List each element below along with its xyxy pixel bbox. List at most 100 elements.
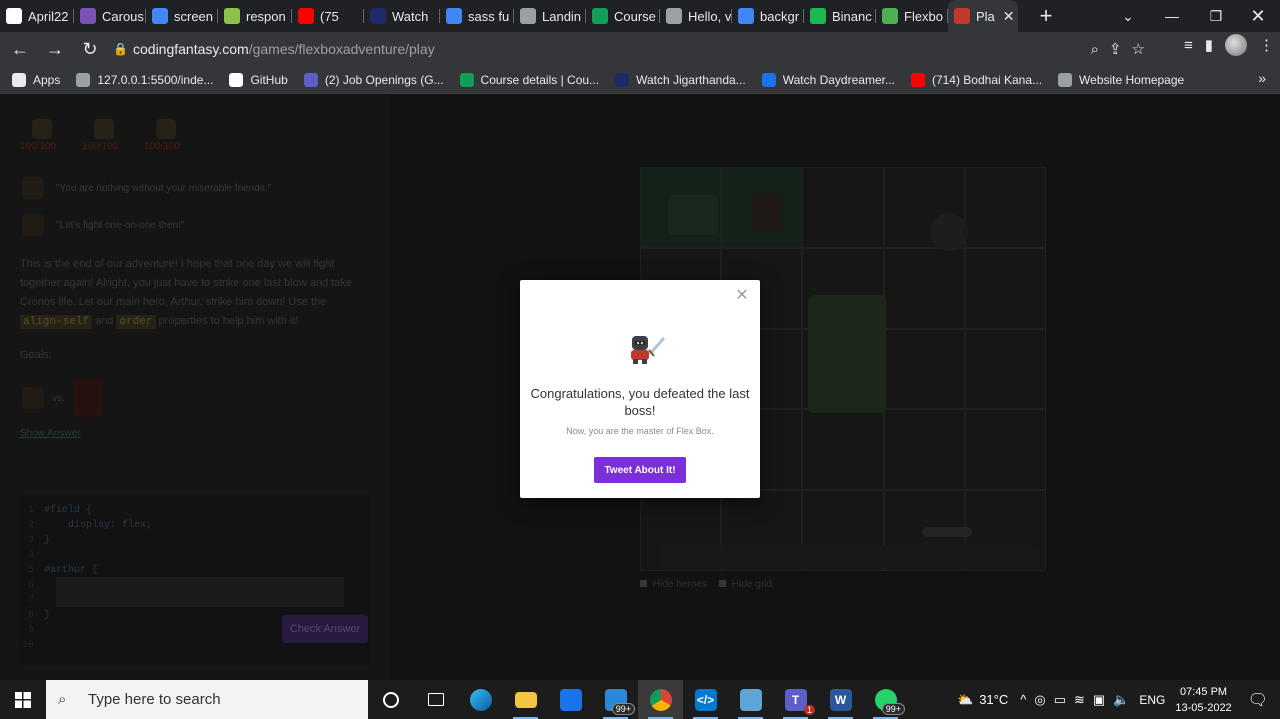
windows-taskbar: ⌕ Type here to search 99+ </> T1 W 99+ ⛅… [0,680,1280,719]
browser-tab[interactable]: backgr [732,0,804,32]
browser-tab[interactable]: sass fu [440,0,514,32]
share-icon[interactable]: ⇪ [1109,40,1122,58]
bookmark-item[interactable]: Apps [12,72,60,87]
weather-temp[interactable]: 31°C [979,692,1008,707]
browser-tab-label: screen [174,8,214,24]
close-window-button[interactable]: ✕ [1236,0,1280,32]
browser-tab[interactable]: April22 [0,0,74,32]
bookmark-item[interactable]: Watch Jigarthanda... [615,72,746,87]
bootstrap-icon [80,8,96,24]
bookmark-item[interactable]: Course details | Cou... [459,72,599,87]
store-icon[interactable] [548,680,593,719]
windows-start-icon[interactable] [0,680,46,719]
browser-tab-label: Carous [102,8,144,24]
browser-tab[interactable]: Landin [514,0,586,32]
browser-tab[interactable]: Binanc [804,0,876,32]
browser-tab[interactable]: Watch [364,0,440,32]
browser-tab[interactable]: (75 [292,0,364,32]
teams-icon[interactable]: T1 [773,680,818,719]
bookmark-label: Website Homepage [1079,72,1185,87]
wifi-icon[interactable]: ≋ [1074,692,1085,708]
browser-tab-label: Hello, v [688,8,732,24]
browser-tab-label: Landin [542,8,582,24]
tab-strip: April22 Carous screen respon (75 Watch sass fu… [0,0,1280,32]
flexbox-icon [882,8,898,24]
bookmark-item[interactable]: (2) Job Openings (G... [303,72,444,87]
globe-icon [666,8,682,24]
meet-now-icon[interactable]: ◎ [1034,692,1045,708]
notification-icon[interactable]: 🗨 [1248,690,1268,710]
reading-list-icon[interactable]: ≡ [1184,37,1193,54]
search-icon: ⌕ [58,691,67,708]
back-arrow-icon[interactable]: ← [5,34,35,64]
bookmark-label: GitHub [250,72,288,87]
browser-tab[interactable]: Hello, v [660,0,732,32]
forward-arrow-icon[interactable]: → [40,34,70,64]
word-icon[interactable]: W [818,680,863,719]
minimize-button[interactable]: — [1150,0,1194,32]
notepad-icon[interactable] [728,680,773,719]
github-icon [229,72,244,87]
browser-tab-label: April22 [28,8,69,24]
close-icon[interactable]: ✕ [734,288,750,304]
tweet-button[interactable]: Tweet About It! [594,457,686,483]
google-icon [738,8,754,24]
weather-icon[interactable]: ⛅ [957,692,973,708]
google-icon [446,8,462,24]
victory-modal: ✕ Congratulations, you defeated the last… [520,280,760,498]
battery-icon[interactable]: ▭ [1054,692,1066,708]
globe-icon [520,8,536,24]
clock[interactable]: 07:45 PM 13-05-2022 [1175,684,1231,716]
url-path: /games/flexboxadventure/play [248,41,435,57]
side-panel-icon[interactable]: ▮ [1205,36,1213,54]
clock-date: 13-05-2022 [1175,701,1232,714]
vscode-icon[interactable]: </> [683,680,728,719]
cortana-icon[interactable] [368,680,413,719]
browser-tab-label: Watch [392,8,429,24]
browser-tab[interactable]: Course [586,0,660,32]
browser-tab[interactable]: Flexbo [876,0,948,32]
bookmark-item[interactable]: GitHub [229,72,288,87]
menu-kebab-icon[interactable]: ⋮ [1259,36,1274,54]
bookmark-label: 127.0.0.1:5500/inde... [97,72,214,87]
clock-time: 07:45 PM [1180,685,1228,698]
language-indicator[interactable]: ENG [1139,693,1165,707]
close-tab-icon[interactable]: ✕ [1003,8,1015,25]
tab-search-chevron-icon[interactable]: ⌄ [1106,0,1150,32]
new-tab-button[interactable]: + [1032,2,1060,30]
browser-tab[interactable]: respon [218,0,292,32]
chrome-icon[interactable] [638,680,683,719]
bookmark-item[interactable]: (714) Bodhai Kana... [910,72,1042,87]
file-explorer-icon[interactable] [503,680,548,719]
youtube-icon [298,8,314,24]
whatsapp-icon[interactable]: 99+ [863,680,908,719]
tray-chevron-icon[interactable]: ^ [1020,692,1026,707]
restore-button[interactable]: ❐ [1194,0,1238,32]
browser-tab[interactable]: Carous [74,0,146,32]
profile-avatar[interactable] [1225,34,1247,56]
modal-title: Congratulations, you defeated the last b… [530,386,750,418]
bookmarks-overflow-icon[interactable]: » [1258,70,1266,86]
bookmark-item[interactable]: Website Homepage [1058,72,1185,87]
browser-tab-label: respon [246,8,286,24]
task-view-icon[interactable] [413,680,458,719]
edge-icon[interactable] [458,680,503,719]
taskbar-search-input[interactable]: ⌕ Type here to search [46,680,368,719]
browser-tab[interactable]: Pla ✕ [948,0,1018,32]
teams-badge: 1 [803,705,815,715]
bookmark-label: Watch Daydreamer... [782,72,895,87]
address-bar[interactable]: 🔒 codingfantasy.com/games/flexboxadventu… [103,36,1153,62]
display-icon[interactable]: ▣ [1093,692,1105,708]
reload-icon[interactable]: ↻ [75,34,105,64]
play-icon [761,72,776,87]
bookmark-label: (2) Job Openings (G... [324,72,444,87]
bookmark-item[interactable]: 127.0.0.1:5500/inde... [76,72,214,87]
bookmark-star-icon[interactable]: ☆ [1132,40,1145,58]
mail-icon[interactable]: 99+ [593,680,638,719]
zoom-icon[interactable]: ⌕ [1091,41,1099,58]
github-icon [6,8,22,24]
volume-icon[interactable]: 🔈 [1113,692,1129,708]
browser-tab[interactable]: screen [146,0,218,32]
search-placeholder: Type here to search [88,691,221,708]
bookmark-item[interactable]: Watch Daydreamer... [761,72,895,87]
